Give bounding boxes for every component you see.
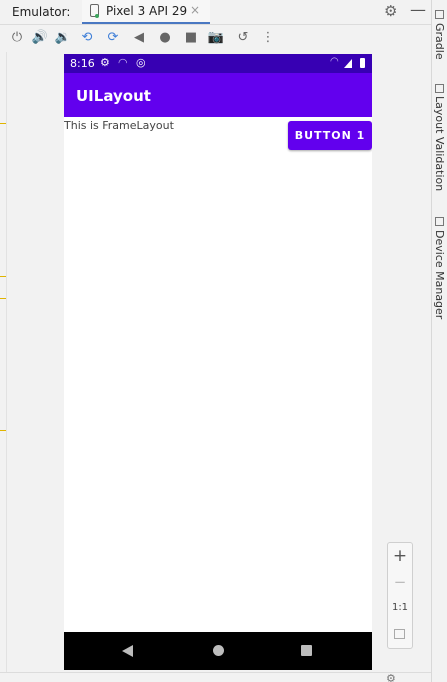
home-icon[interactable]: ● [156,30,174,46]
right-tool-strip: Gradle Layout Validation Device Manager [431,0,447,682]
minimize-icon[interactable]: — [410,0,426,19]
emulator-label: Emulator: [12,5,71,19]
status-bar: 8:16 ⚙ ◠ ◎ ◠ [64,54,372,73]
rotate-right-icon[interactable]: ⟳ [104,30,122,46]
close-icon[interactable]: × [190,3,200,17]
elephant-icon [435,10,444,19]
snapshot-icon[interactable]: ↺ [234,30,252,46]
tab-device-manager[interactable]: Device Manager [433,230,446,319]
phone-icon [90,4,99,18]
back-icon[interactable]: ◀ [130,30,148,46]
rotate-left-icon[interactable]: ⟲ [78,30,96,46]
bottom-bar [0,672,431,682]
gutter-marker [0,276,6,277]
zoom-in-button[interactable]: + [388,546,412,566]
nav-back-icon[interactable] [122,645,133,657]
battery-icon [360,58,365,68]
app-title: UILayout [76,87,151,105]
tab-gradle[interactable]: Gradle [433,23,446,60]
volume-down-icon[interactable]: 🔉 [54,30,72,46]
settings-icon: ⚙ [100,56,110,69]
volume-up-icon[interactable]: 🔊 [31,30,49,46]
overview-icon[interactable]: ■ [182,30,200,46]
nav-bar [64,632,372,670]
signal-icon [344,59,352,68]
zoom-controls: + − 1:1 [387,542,413,649]
bottom-gear-icon[interactable]: ⚙ [386,672,396,682]
more-icon[interactable]: ⋮ [259,30,277,46]
device-screen[interactable]: 8:16 ⚙ ◠ ◎ ◠ UILayout This is FrameLayou… [64,54,372,670]
gear-icon[interactable]: ⚙ [384,2,397,20]
sync-icon: ◎ [136,56,146,69]
layout-validation-icon [435,84,444,93]
status-time: 8:16 [70,57,95,70]
emulator-toolbar: ⏻ 🔊 🔉 ⟲ ⟳ ◀ ● ■ 📷 ↺ ⋮ [0,25,431,52]
nav-home-icon[interactable] [213,645,224,656]
emulator-header: Emulator: Pixel 3 API 29 × ⚙ — [0,0,431,25]
tab-layout-validation[interactable]: Layout Validation [433,96,446,191]
gutter-marker [0,123,6,124]
cast-icon: ◠ [118,56,128,69]
left-gutter [0,52,7,672]
device-tab-label: Pixel 3 API 29 [106,4,188,18]
device-tab[interactable]: Pixel 3 API 29 × [82,0,210,24]
wifi-icon: ◠ [330,56,339,67]
zoom-out-button[interactable]: − [388,573,412,591]
nav-recents-icon[interactable] [301,645,312,656]
device-manager-icon [435,217,444,226]
button-1[interactable]: BUTTON 1 [288,121,372,150]
power-icon[interactable]: ⏻ [8,30,26,46]
gutter-marker [0,430,6,431]
app-bar: UILayout [64,73,372,117]
frame-layout-text: This is FrameLayout [64,119,174,132]
camera-icon[interactable]: 📷 [207,30,225,46]
actual-size-button[interactable]: 1:1 [388,602,412,613]
gutter-marker [0,298,6,299]
emulator-window: Emulator: Pixel 3 API 29 × ⚙ — ⏻ 🔊 🔉 ⟲ ⟳… [0,0,447,682]
zoom-fit-icon[interactable] [394,629,405,639]
